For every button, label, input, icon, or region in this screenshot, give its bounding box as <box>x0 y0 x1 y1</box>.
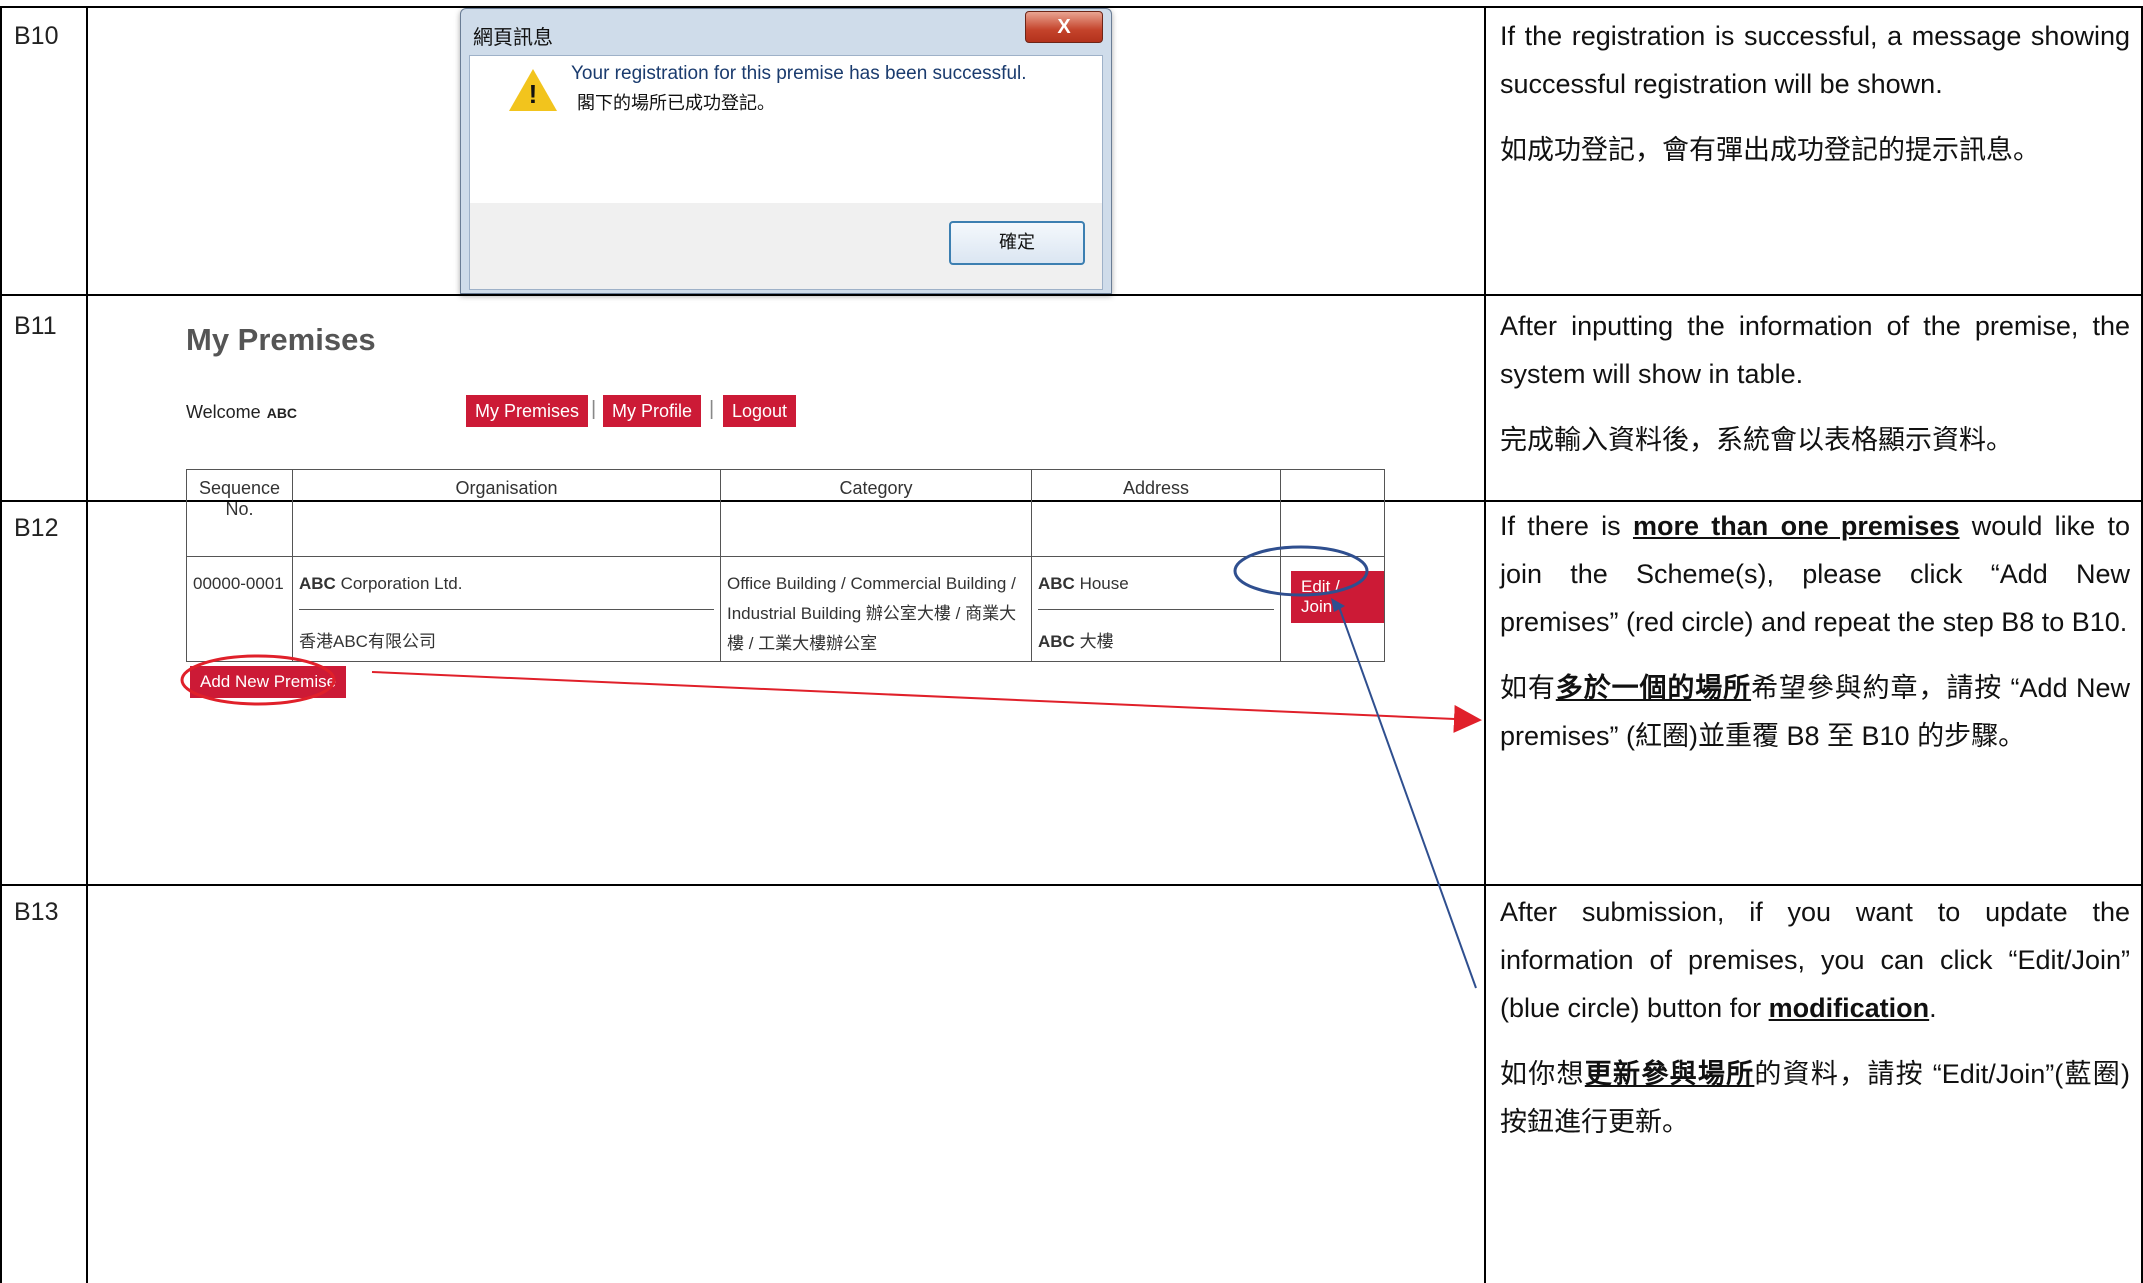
description-b11: After inputting the information of the p… <box>1500 311 2130 455</box>
red-circle-annotation <box>180 654 336 706</box>
red-arrow-line <box>371 671 1482 733</box>
blue-arrow-head <box>1331 598 1345 612</box>
description-b10: If the registration is successful, a mes… <box>1500 21 2130 165</box>
description-b13: After submission, if you want to update … <box>1500 897 2131 1137</box>
blue-arrow-line <box>1337 603 1477 989</box>
blue-circle-annotation <box>1233 545 1369 597</box>
description-b12: If there is more than one premises would… <box>1500 511 2130 751</box>
